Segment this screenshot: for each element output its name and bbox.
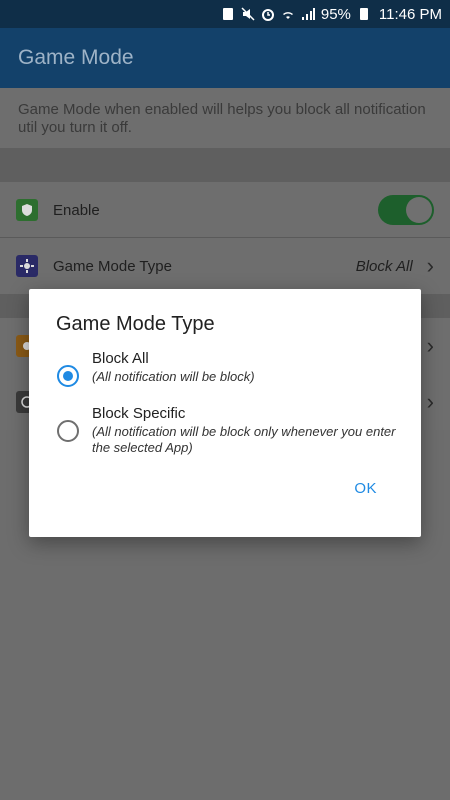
app-bar: Game Mode — [0, 28, 450, 88]
battery-level: 95% — [320, 5, 351, 23]
sim-icon — [221, 7, 235, 21]
gear-icon — [16, 255, 38, 277]
game-mode-type-row[interactable]: Game Mode Type Block All › — [0, 238, 450, 294]
option-block-specific[interactable]: Block Specific (All notification will be… — [57, 404, 417, 456]
shield-icon — [16, 199, 38, 221]
ok-button[interactable]: OK — [354, 480, 377, 497]
dialog-title: Game Mode Type — [56, 313, 215, 335]
game-mode-type-label: Game Mode Type — [53, 257, 172, 275]
wifi-icon — [281, 7, 295, 21]
option-block-all[interactable]: Block All (All notification will be bloc… — [57, 349, 417, 387]
alarm-icon — [261, 7, 275, 21]
chevron-right-icon: › — [426, 253, 434, 278]
signal-icon — [301, 7, 315, 21]
description-text: Game Mode when enabled will helps you bl… — [0, 88, 450, 148]
option-description: (All notification will be block only whe… — [92, 424, 396, 455]
game-mode-type-dialog: Game Mode Type Block All (All notificati… — [29, 289, 421, 537]
section-divider — [0, 148, 450, 182]
mute-icon — [241, 7, 255, 21]
enable-row[interactable]: Enable — [0, 182, 450, 238]
option-label: Block All — [92, 350, 149, 367]
chevron-right-icon: › — [426, 333, 434, 358]
option-label: Block Specific — [92, 405, 186, 422]
status-bar: 95% 11:46 PM — [0, 0, 450, 28]
battery-icon — [357, 7, 371, 21]
chevron-right-icon: › — [426, 389, 434, 414]
game-mode-type-value: Block All — [355, 257, 413, 275]
clock: 11:46 PM — [378, 5, 442, 23]
radio-block-specific[interactable] — [57, 420, 79, 442]
option-description: (All notification will be block) — [92, 369, 255, 384]
radio-block-all[interactable] — [57, 365, 79, 387]
enable-toggle[interactable] — [378, 195, 434, 225]
page-title: Game Mode — [18, 46, 134, 69]
toggle-knob — [406, 197, 432, 223]
enable-label: Enable — [53, 201, 100, 219]
